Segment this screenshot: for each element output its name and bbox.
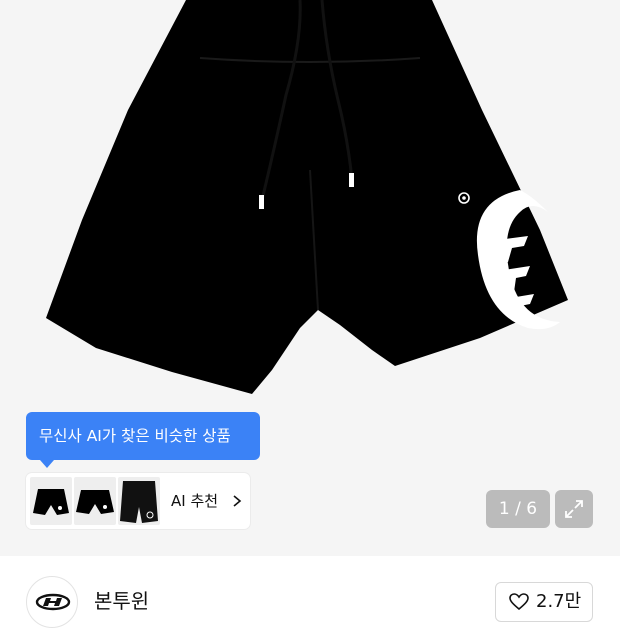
tooltip-arrow — [40, 460, 54, 468]
ai-tooltip-text: 무신사 AI가 찾은 비슷한 상품 — [39, 427, 231, 445]
ai-similar-tooltip[interactable]: 무신사 AI가 찾은 비슷한 상품 — [26, 412, 260, 468]
heart-icon — [509, 593, 529, 611]
brand-name[interactable]: 본투윈 — [94, 586, 149, 616]
brand-logo-icon — [35, 593, 71, 611]
brand-logo[interactable] — [26, 576, 78, 628]
expand-image-button[interactable] — [555, 490, 593, 528]
ai-recommendation-button[interactable]: AI 추천 — [26, 473, 250, 529]
chevron-right-icon — [233, 495, 242, 507]
similar-product-thumbnail[interactable] — [30, 477, 72, 525]
similar-product-thumbnail[interactable] — [118, 477, 160, 525]
like-button[interactable]: 2.7만 — [495, 582, 593, 622]
expand-icon — [565, 500, 583, 518]
image-page-counter: 1 / 6 — [486, 490, 550, 528]
ai-recommend-label: AI 추천 — [171, 492, 219, 510]
like-count: 2.7만 — [536, 591, 582, 612]
brand-bar: 본투윈 2.7만 — [0, 556, 620, 628]
similar-product-thumbnail[interactable] — [74, 477, 116, 525]
